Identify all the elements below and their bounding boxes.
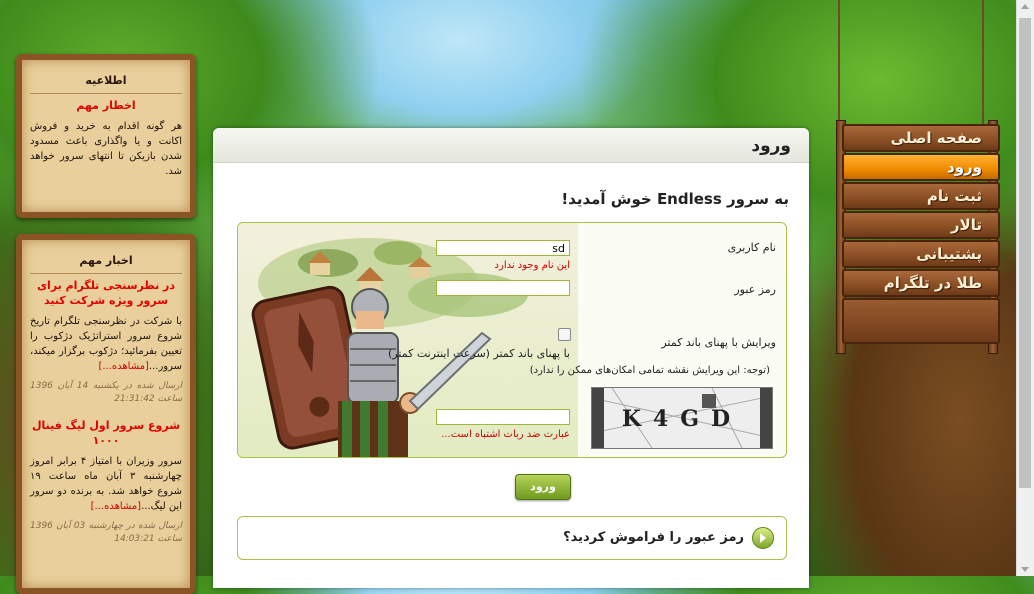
announcement-headline: اخطار مهم: [76, 99, 136, 112]
page-scrollbar[interactable]: [1016, 0, 1034, 576]
announcement-panel: اطلاعیه اخطار مهم هر گونه اقدام به خرید …: [16, 54, 196, 218]
news-body: سرور وزیران با امتیاز ۴ برابر امروز چهار…: [22, 452, 190, 516]
news-item: شروع سرور اول لیگ فینال ۱۰۰۰ سرور وزیران…: [22, 414, 190, 554]
news-item: در نظرسنجی تلگرام برای سرور ویژه شرکت کن…: [22, 274, 190, 414]
news-headline[interactable]: شروع سرور اول لیگ فینال ۱۰۰۰: [22, 414, 190, 452]
news-title: اخبار مهم: [30, 240, 182, 274]
nav-item-telegram-gold[interactable]: طلا در تلگرام: [842, 269, 1000, 297]
username-error: این نام وجود ندارد: [494, 260, 570, 271]
login-content: ورود به سرور Endless خوش آمدید! نام کارب…: [213, 128, 809, 588]
announcement-body: هر گونه اقدام به خرید و فروش اکانت و یا …: [30, 121, 182, 177]
main-nav: صفحه اصلی ورود ثبت نام تالار پشتیبانی طل…: [836, 0, 1000, 354]
password-label: رمز عبور: [734, 283, 776, 296]
username-input[interactable]: [436, 240, 570, 256]
nav-item-register[interactable]: ثبت نام: [842, 182, 1000, 210]
news-body: با شرکت در نظرسنجی تلگرام تاریخ شروع سرو…: [22, 312, 190, 376]
nav-item-forum[interactable]: تالار: [842, 211, 1000, 239]
page-title: ورود: [751, 136, 791, 156]
low-bandwidth-option: با پهنای باند کمتر (سرعت اینترنت کمتر): [388, 347, 570, 360]
forgot-password-link[interactable]: رمز عبور را فراموش کردید؟: [563, 530, 744, 545]
rope: [838, 0, 840, 130]
password-input[interactable]: [436, 280, 570, 296]
nav-item-login[interactable]: ورود: [842, 153, 1000, 181]
captcha-image: K4GD: [591, 387, 773, 449]
captcha-input[interactable]: [436, 409, 570, 425]
nav-item-home[interactable]: صفحه اصلی: [842, 124, 1000, 152]
login-button[interactable]: ورود: [515, 474, 571, 500]
news-headline[interactable]: در نظرسنجی تلگرام برای سرور ویژه شرکت کن…: [22, 274, 190, 312]
nav-bottom-plank: [842, 298, 1000, 344]
news-more-link[interactable]: [مشاهده...]: [91, 501, 141, 512]
captcha-error: عبارت ضد ربات اشتباه است...: [441, 429, 570, 440]
news-meta: ارسال شده در یکشنبه 14 آبان 1396 ساعت 21…: [30, 381, 182, 404]
low-bandwidth-label: ویرایش با پهنای باند کمتر: [661, 336, 776, 349]
low-bandwidth-checkbox[interactable]: [558, 328, 571, 341]
content-header: ورود: [213, 128, 809, 163]
forgot-password-box[interactable]: رمز عبور را فراموش کردید؟: [237, 516, 787, 560]
announcement-title: اطلاعیه: [30, 60, 182, 94]
news-more-link[interactable]: [مشاهده...]: [98, 361, 148, 372]
scroll-thumb[interactable]: [1019, 18, 1031, 488]
rope: [982, 0, 984, 130]
scroll-down-icon[interactable]: [1021, 567, 1029, 572]
login-form: نام کاربری این نام وجود ندارد رمز عبور و…: [237, 222, 787, 458]
news-meta: ارسال شده در چهارشنبه 03 آبان 1396 ساعت …: [30, 521, 182, 544]
scroll-up-icon[interactable]: [1021, 4, 1029, 9]
news-panel: اخبار مهم در نظرسنجی تلگرام برای سرور وی…: [16, 234, 196, 594]
captcha-drawing: K4GD: [592, 388, 772, 448]
arrow-circle-icon[interactable]: [752, 527, 774, 549]
nav-item-support[interactable]: پشتیبانی: [842, 240, 1000, 268]
username-label: نام کاربری: [727, 241, 776, 254]
low-bandwidth-note: (توجه: این ویرایش نقشه تمامی امکان‌های م…: [529, 365, 770, 376]
captcha-text: K4GD: [622, 406, 742, 432]
welcome-heading: به سرور Endless خوش آمدید!: [561, 190, 789, 208]
